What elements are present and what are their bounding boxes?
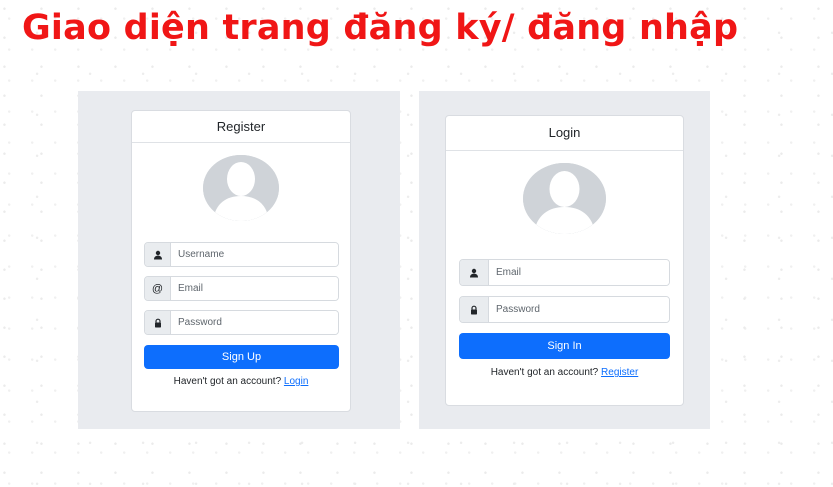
login-footer-text: Haven't got an account? [490,367,599,378]
login-card: Login Sign In Haven't got an account? Re… [445,115,684,406]
register-footer-text: Haven't got an account? [173,376,282,387]
login-email-input[interactable] [489,260,669,285]
register-card-header: Register [132,111,350,143]
login-link[interactable]: Login [284,376,308,387]
username-input[interactable] [171,243,338,266]
login-password-input[interactable] [489,297,669,322]
lock-icon [145,311,171,334]
login-email-input-group [459,259,670,286]
sign-up-button[interactable]: Sign Up [144,345,339,369]
at-sign-icon: @ [145,277,171,300]
avatar-icon [523,163,606,234]
password-input[interactable] [171,311,338,334]
login-footer: Haven't got an account? Register [446,367,683,378]
user-icon [460,260,489,285]
password-input-group [144,310,339,335]
sign-in-button[interactable]: Sign In [459,333,670,359]
login-password-input-group [459,296,670,323]
email-input-group: @ [144,276,339,301]
register-link[interactable]: Register [601,367,638,378]
avatar-icon [203,155,279,221]
page-title: Giao diện trang đăng ký/ đăng nhập [22,8,739,48]
register-footer: Haven't got an account? Login [132,376,350,387]
user-icon [145,243,171,266]
register-card: Register @ Sign Up Haven't got an accoun… [131,110,351,412]
username-input-group [144,242,339,267]
email-input[interactable] [171,277,338,300]
lock-icon [460,297,489,322]
login-card-header: Login [446,116,683,151]
